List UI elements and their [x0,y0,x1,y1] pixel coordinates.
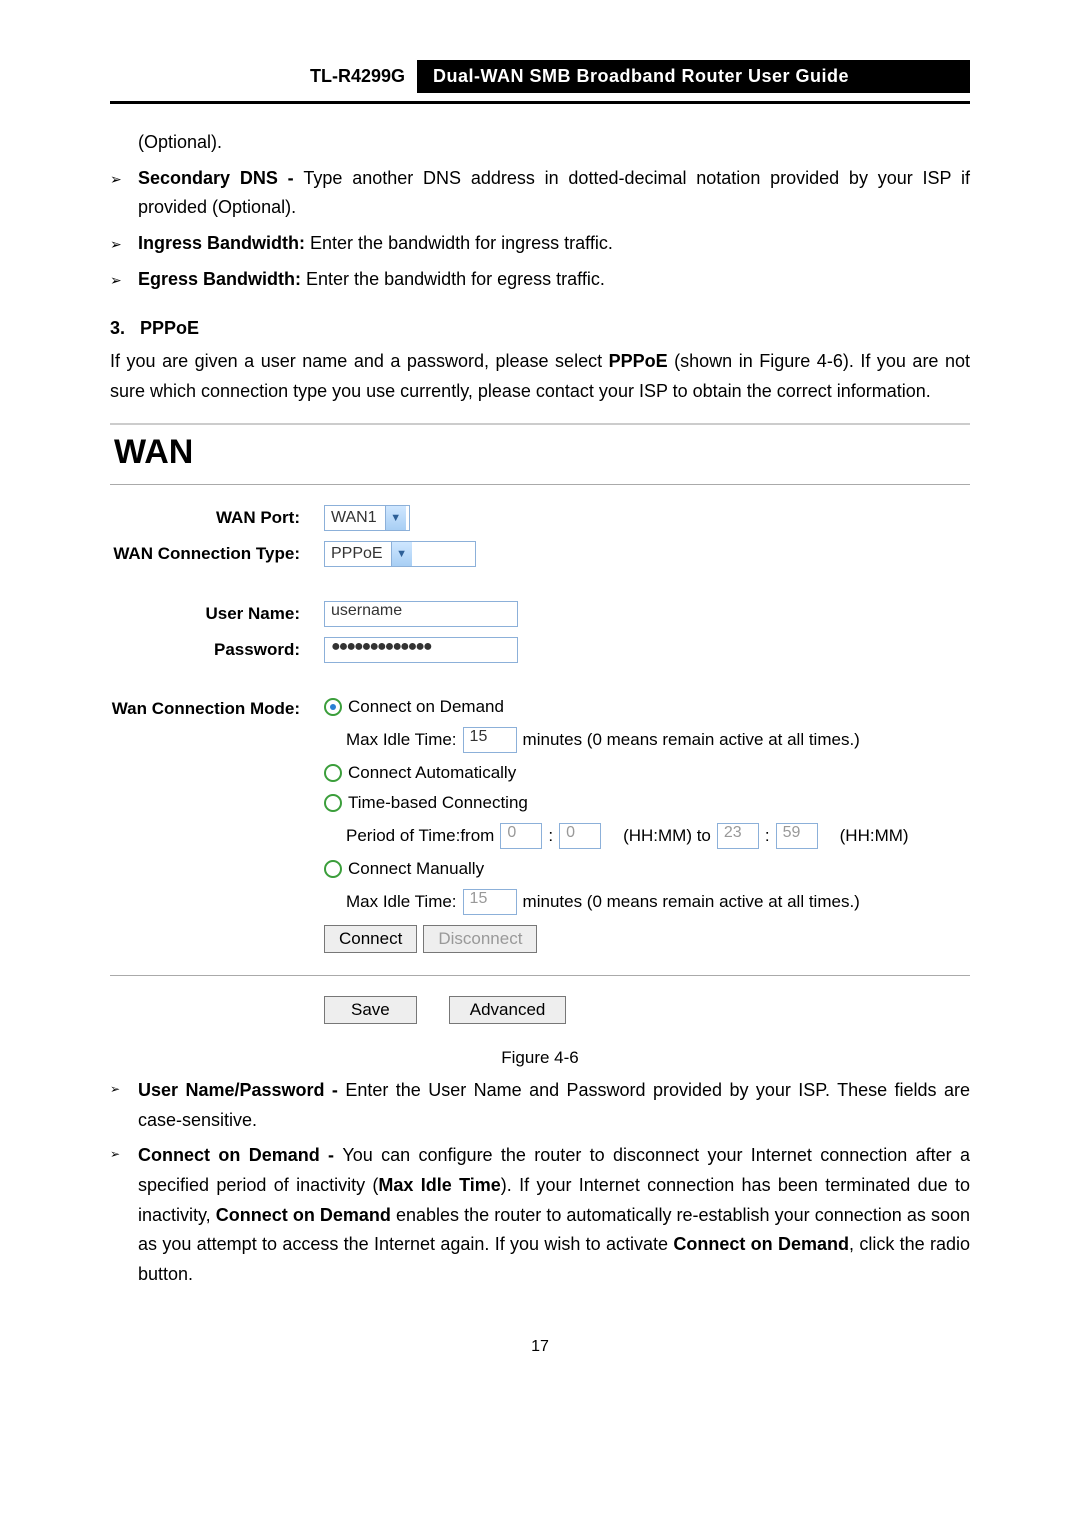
radio-manual-label: Connect Manually [348,859,484,879]
wan-panel: WAN WAN Port: WAN1 ▼ WAN Connection Type… [110,423,970,1034]
radio-manual[interactable] [324,860,342,878]
chevron-down-icon: ▼ [391,542,412,566]
radio-time-based-label: Time-based Connecting [348,793,528,813]
bullet-label: Connect on Demand - [138,1145,342,1165]
figure-caption: Figure 4-6 [110,1048,970,1068]
bullet-egress: ➢ Egress Bandwidth: Enter the bandwidth … [110,265,970,295]
section-title: PPPoE [140,318,199,338]
label-conn-type: WAN Connection Type: [110,544,324,564]
row-conn-mode: Wan Connection Mode: Connect on Demand M… [110,697,970,1034]
row-password: Password: ●●●●●●●●●●●●● [110,637,970,663]
disconnect-button[interactable]: Disconnect [423,925,537,953]
header-title: Dual-WAN SMB Broadband Router User Guide [417,60,970,93]
bullet-icon: ➢ [110,164,138,191]
max-idle-label-2: Max Idle Time: [346,892,457,912]
select-value: PPPoE [325,545,391,563]
bullet-label: Egress Bandwidth: [138,269,306,289]
select-value: WAN1 [325,509,385,527]
idle-hint-2: minutes (0 means remain active at all ti… [523,892,860,912]
time-period-row: Period of Time:from 0 : 0 (HH:MM) to 23 … [346,823,970,849]
wan-separator [110,484,970,485]
radio-auto[interactable] [324,764,342,782]
idle-hint: minutes (0 means remain active at all ti… [523,730,860,750]
radio-on-demand-row: Connect on Demand [324,697,970,717]
radio-on-demand-label: Connect on Demand [348,697,504,717]
section-number-row: 3. PPPoE [110,318,970,339]
row-username: User Name: username [110,601,970,627]
radio-time-based-row: Time-based Connecting [324,793,970,813]
input-to-h[interactable]: 23 [717,823,759,849]
optional-line: (Optional). [138,128,970,158]
input-to-m[interactable]: 59 [776,823,818,849]
label-wan-port: WAN Port: [110,508,324,528]
radio-auto-row: Connect Automatically [324,763,970,783]
input-max-idle-2[interactable]: 15 [463,889,517,915]
bullet-connect-on-demand: ➢ Connect on Demand - You can configure … [110,1141,970,1289]
chevron-down-icon: ▼ [385,506,406,530]
row-conn-type: WAN Connection Type: PPPoE ▼ [110,541,970,567]
bullet-user-password: ➢ User Name/Password - Enter the User Na… [110,1076,970,1135]
page-number: 17 [110,1338,970,1356]
bullet-icon: ➢ [110,1076,138,1100]
bullet-icon: ➢ [110,265,138,292]
hhmm-end: (HH:MM) [840,826,909,846]
section-paragraph: If you are given a user name and a passw… [110,347,970,406]
label-username: User Name: [110,604,324,624]
wan-heading: WAN [110,425,970,484]
label-password: Password: [110,640,324,660]
connect-button[interactable]: Connect [324,925,417,953]
page-header: TL-R4299G Dual-WAN SMB Broadband Router … [110,60,970,93]
bullet-icon: ➢ [110,1141,138,1165]
input-username[interactable]: username [324,601,518,627]
select-conn-type[interactable]: PPPoE ▼ [324,541,476,567]
bullet-text: Enter the bandwidth for ingress traffic. [310,233,613,253]
radio-time-based[interactable] [324,794,342,812]
save-button[interactable]: Save [324,996,417,1024]
input-password[interactable]: ●●●●●●●●●●●●● [324,637,518,663]
wan-separator-2 [110,975,970,976]
section-number: 3. [110,318,125,338]
save-advanced-row: Save Advanced [324,996,970,1024]
input-from-h[interactable]: 0 [500,823,542,849]
on-demand-idle-row: Max Idle Time: 15 minutes (0 means remai… [346,727,970,753]
radio-auto-label: Connect Automatically [348,763,516,783]
select-wan-port[interactable]: WAN1 ▼ [324,505,410,531]
header-rule [110,101,970,104]
bullet-text: Enter the bandwidth for egress traffic. [306,269,605,289]
manual-idle-row: Max Idle Time: 15 minutes (0 means remai… [346,889,970,915]
bullet-secondary-dns: ➢ Secondary DNS - Type another DNS addre… [110,164,970,223]
bullet-ingress: ➢ Ingress Bandwidth: Enter the bandwidth… [110,229,970,259]
input-from-m[interactable]: 0 [559,823,601,849]
advanced-button[interactable]: Advanced [449,996,567,1024]
radio-on-demand[interactable] [324,698,342,716]
row-wan-port: WAN Port: WAN1 ▼ [110,505,970,531]
period-label: Period of Time:from [346,826,494,846]
connect-buttons-row: Connect Disconnect [324,925,970,953]
bullet-label: User Name/Password - [138,1080,345,1100]
bullet-label: Ingress Bandwidth: [138,233,310,253]
header-model: TL-R4299G [310,60,417,93]
bullet-icon: ➢ [110,229,138,256]
document-page: TL-R4299G Dual-WAN SMB Broadband Router … [0,0,1080,1416]
input-max-idle-1[interactable]: 15 [463,727,517,753]
radio-manual-row: Connect Manually [324,859,970,879]
hhmm-to: (HH:MM) to [623,826,711,846]
bullet-label: Secondary DNS - [138,168,303,188]
max-idle-label: Max Idle Time: [346,730,457,750]
label-conn-mode: Wan Connection Mode: [110,697,324,719]
